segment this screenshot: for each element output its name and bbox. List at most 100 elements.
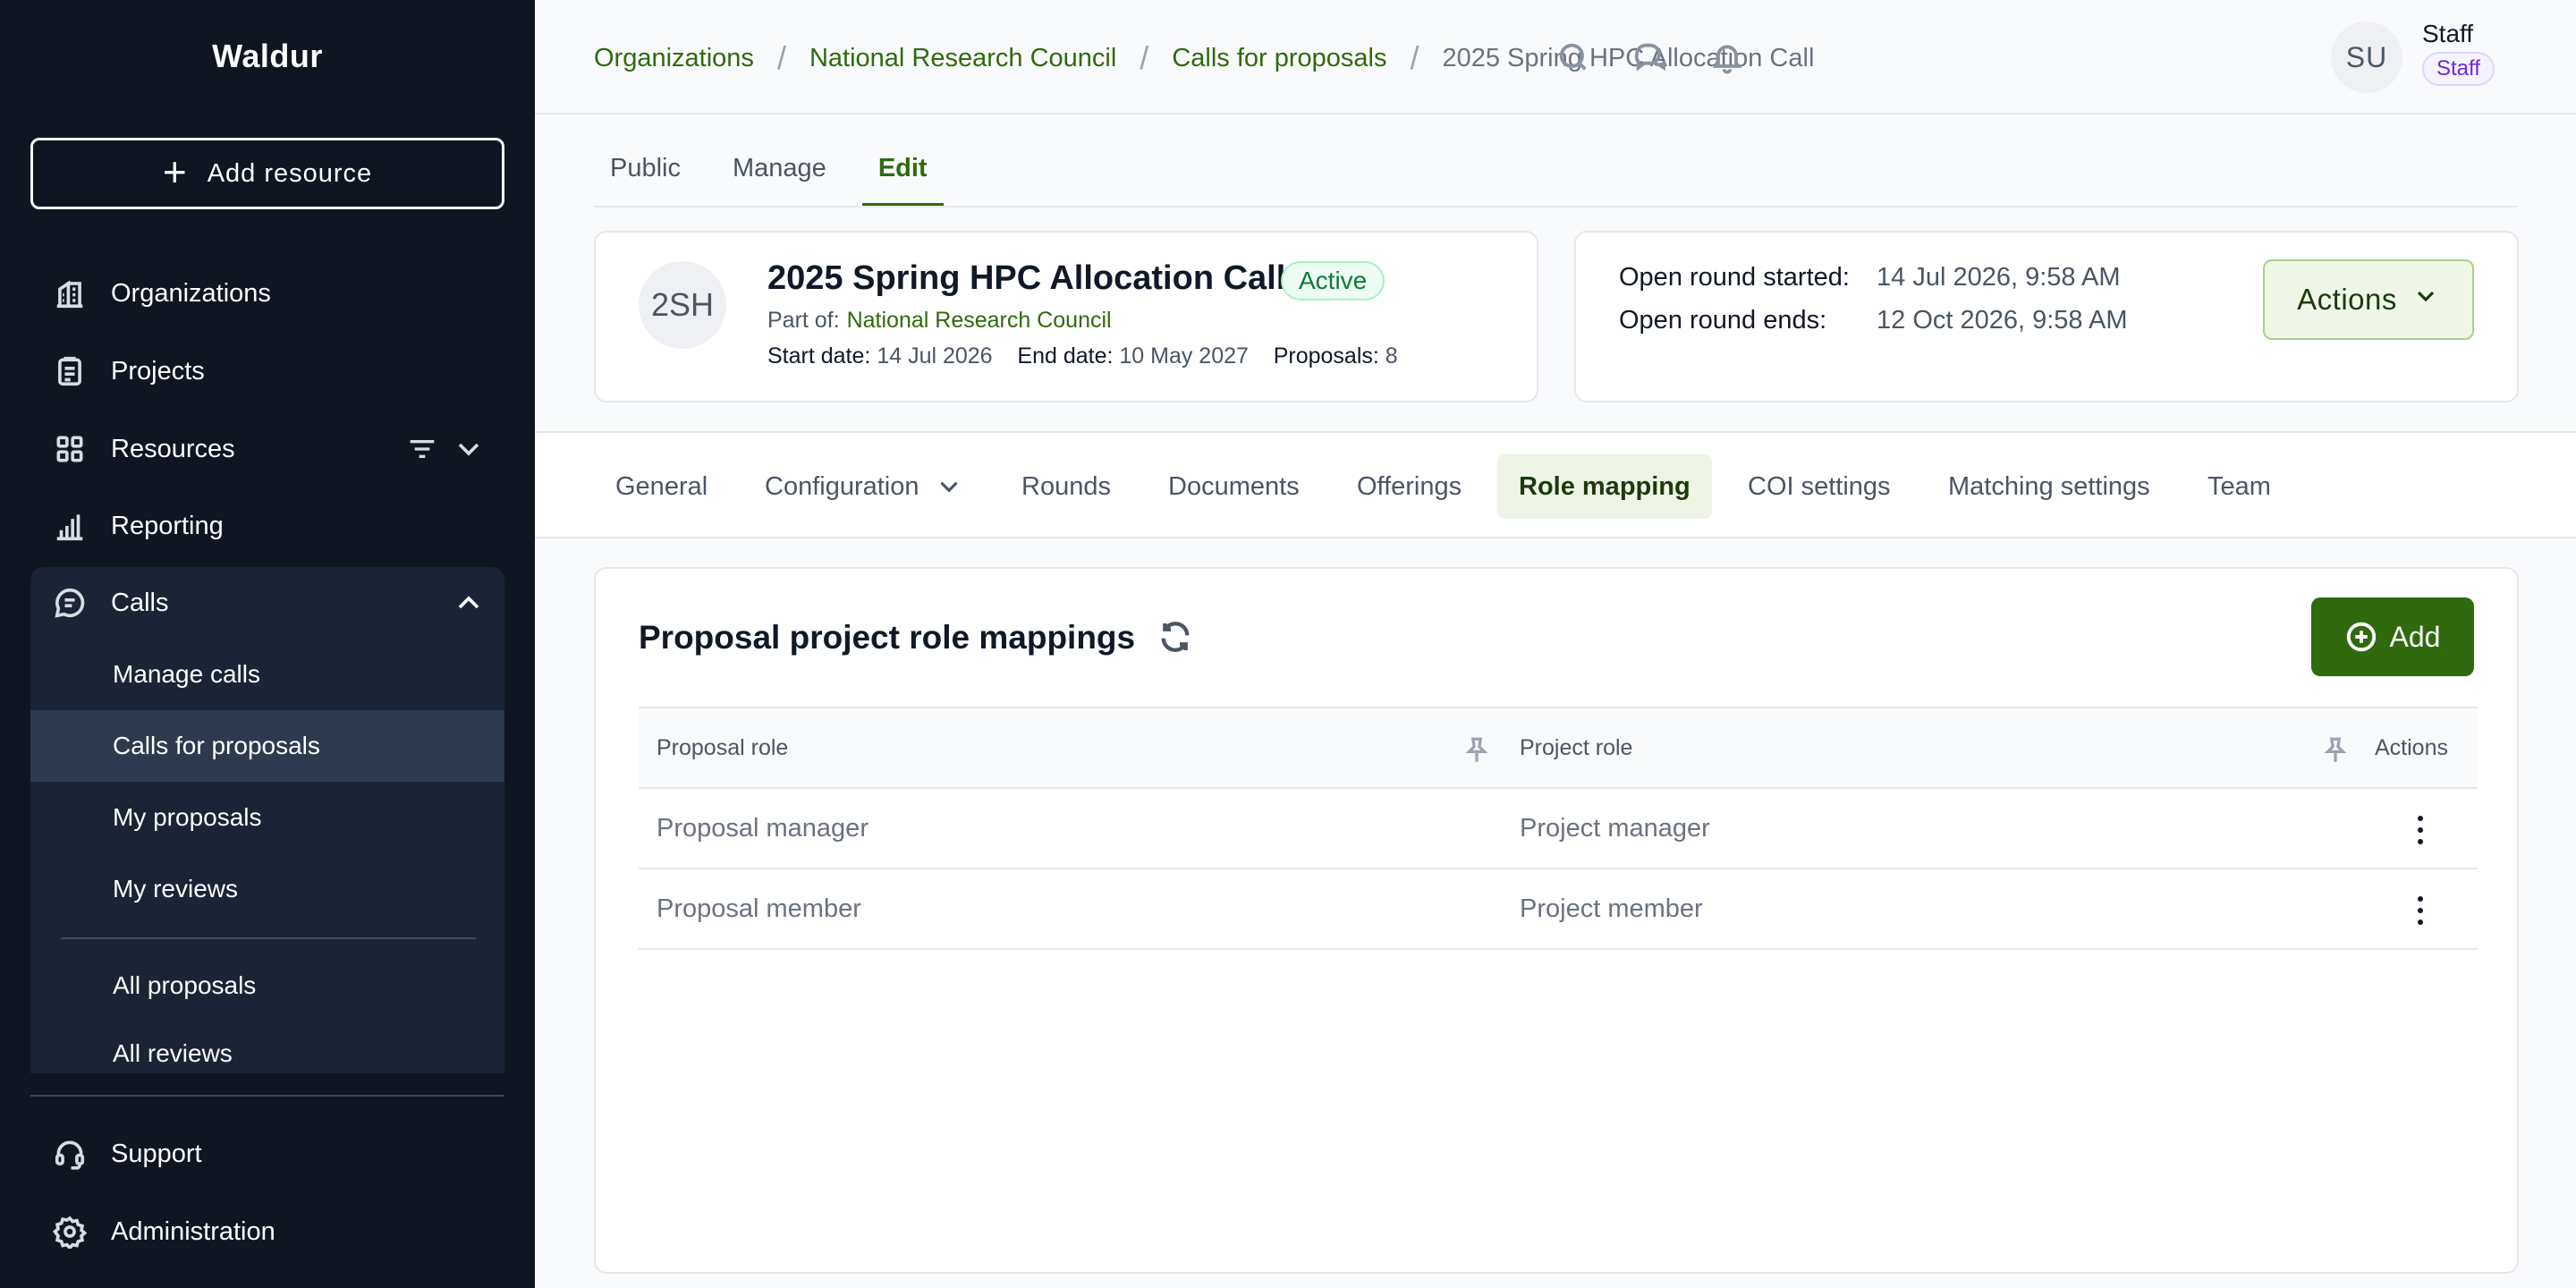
tab-manage[interactable]: Manage (716, 143, 843, 207)
breadcrumb-separator: / (1140, 39, 1149, 76)
refresh-icon[interactable] (1157, 619, 1193, 655)
round-started-row: Open round started: 14 Jul 2026, 9:58 AM (1619, 263, 2120, 292)
clipboard-icon (52, 353, 88, 389)
sidebar: Waldur + Add resource Organizations Proj… (0, 0, 535, 1288)
round-started-label: Open round started: (1619, 263, 1850, 292)
top-header: Organizations / National Research Counci… (535, 0, 2576, 114)
chevron-down-icon (934, 471, 964, 502)
actions-dropdown-button[interactable]: Actions (2263, 259, 2474, 340)
tabs-divider (594, 206, 2517, 208)
grid-icon (52, 431, 88, 467)
submenu-all-proposals[interactable]: All proposals (30, 950, 504, 1021)
kebab-menu-icon[interactable] (2402, 893, 2438, 928)
add-resource-label: Add resource (207, 158, 373, 188)
add-resource-button[interactable]: + Add resource (30, 138, 504, 209)
headset-icon (52, 1136, 88, 1172)
submenu-manage-calls[interactable]: Manage calls (30, 639, 504, 710)
pin-icon[interactable] (1462, 735, 1492, 766)
part-of-link[interactable]: National Research Council (847, 308, 1112, 333)
tab-edit[interactable]: Edit (861, 143, 944, 207)
call-title: 2025 Spring HPC Allocation Call (767, 259, 1286, 297)
tab-coi-settings[interactable]: COI settings (1726, 454, 1912, 519)
proposal-role-cell: Proposal manager (657, 814, 869, 843)
submenu-all-reviews[interactable]: All reviews (30, 1021, 504, 1073)
table-row: Proposal manager Project manager (639, 789, 2478, 869)
breadcrumb-calls[interactable]: Calls for proposals (1172, 44, 1386, 73)
tab-role-mapping[interactable]: Role mapping (1497, 454, 1712, 519)
project-role-cell: Project manager (1520, 814, 1710, 843)
chevron-down-icon[interactable] (451, 431, 487, 474)
start-date-value: 14 Jul 2026 (877, 343, 993, 369)
tab-documents[interactable]: Documents (1147, 454, 1321, 519)
pin-icon[interactable] (2320, 735, 2351, 766)
sidebar-item-reporting[interactable]: Reporting (30, 495, 504, 557)
breadcrumb-separator: / (776, 39, 786, 76)
breadcrumb-organizations[interactable]: Organizations (594, 44, 754, 73)
search-icon[interactable] (1555, 39, 1591, 75)
add-label: Add (2389, 620, 2441, 653)
tab-configuration[interactable]: Configuration (743, 454, 986, 519)
breadcrumb-organization[interactable]: National Research Council (809, 44, 1116, 73)
brand-logo[interactable]: Waldur (0, 38, 535, 75)
sidebar-item-administration[interactable]: Administration (30, 1200, 504, 1263)
project-role-cell: Project member (1520, 894, 1703, 923)
table-row: Proposal member Project member (639, 869, 2478, 950)
gear-icon (52, 1214, 88, 1250)
avatar[interactable]: SU (2331, 21, 2402, 93)
section-tabs: General Configuration Rounds Documents O… (535, 431, 2576, 538)
sidebar-item-projects[interactable]: Projects (30, 340, 504, 402)
end-date-value: 10 May 2027 (1119, 343, 1249, 369)
submenu-divider (61, 937, 476, 939)
sidebar-item-support[interactable]: Support (30, 1123, 504, 1185)
user-role-badge: Staff (2422, 52, 2495, 86)
role-mappings-card: Proposal project role mappings Add Propo… (594, 567, 2519, 1274)
plus-circle-icon (2346, 622, 2376, 652)
proposal-role-cell: Proposal member (657, 894, 861, 923)
proposals-count: 8 (1385, 343, 1398, 369)
sidebar-item-resources[interactable]: Resources (30, 418, 504, 480)
round-ends-row: Open round ends: 12 Oct 2026, 9:58 AM (1619, 306, 2128, 335)
round-ends-label: Open round ends: (1619, 306, 1827, 335)
submenu-calls-for-proposals[interactable]: Calls for proposals (30, 710, 504, 782)
part-of-label: Part of: (767, 308, 840, 333)
round-started-value: 14 Jul 2026, 9:58 AM (1877, 263, 2121, 292)
bell-icon[interactable] (1709, 39, 1745, 75)
column-project-role[interactable]: Project role (1520, 735, 1632, 761)
tab-offerings[interactable]: Offerings (1335, 454, 1483, 519)
end-date-label: End date: (1017, 343, 1114, 369)
submenu-my-proposals[interactable]: My proposals (30, 782, 504, 853)
chat-icon (52, 585, 88, 621)
submenu-my-reviews[interactable]: My reviews (30, 853, 504, 925)
chat-icon[interactable] (1632, 39, 1668, 75)
filter-icon[interactable] (404, 431, 440, 474)
tab-public[interactable]: Public (594, 143, 697, 207)
tab-general[interactable]: General (594, 454, 729, 519)
sidebar-item-label: Administration (111, 1216, 275, 1246)
round-info-card: Open round started: 14 Jul 2026, 9:58 AM… (1574, 231, 2519, 402)
sidebar-item-label: Reporting (111, 511, 224, 540)
add-mapping-button[interactable]: Add (2311, 597, 2474, 676)
bar-chart-icon (52, 508, 88, 544)
chevron-up-icon[interactable] (451, 585, 487, 628)
column-proposal-role[interactable]: Proposal role (657, 735, 788, 761)
kebab-menu-icon[interactable] (2402, 812, 2438, 848)
sidebar-item-calls[interactable]: Calls (30, 572, 504, 634)
table-header: Proposal role Project role Actions (639, 707, 2478, 789)
section-title: Proposal project role mappings (639, 619, 1136, 656)
tab-matching-settings[interactable]: Matching settings (1927, 454, 2172, 519)
call-dates: Start date: 14 Jul 2026 End date: 10 May… (767, 343, 1398, 369)
tab-team[interactable]: Team (2186, 454, 2292, 519)
chevron-down-icon (2411, 282, 2440, 318)
building-icon (52, 275, 88, 311)
role-mappings-table: Proposal role Project role Actions Propo… (639, 707, 2478, 950)
breadcrumb: Organizations / National Research Counci… (594, 39, 1814, 77)
sidebar-item-label: Resources (111, 434, 235, 463)
sidebar-item-organizations[interactable]: Organizations (30, 262, 504, 325)
column-actions: Actions (2375, 735, 2448, 760)
actions-label: Actions (2297, 283, 2397, 316)
tab-rounds[interactable]: Rounds (1000, 454, 1132, 519)
proposals-label: Proposals: (1273, 343, 1379, 369)
call-avatar: 2SH (639, 261, 726, 349)
tab-configuration-label: Configuration (765, 471, 919, 501)
breadcrumb-current: 2025 Spring HPC Allocation Call (1442, 43, 1815, 72)
